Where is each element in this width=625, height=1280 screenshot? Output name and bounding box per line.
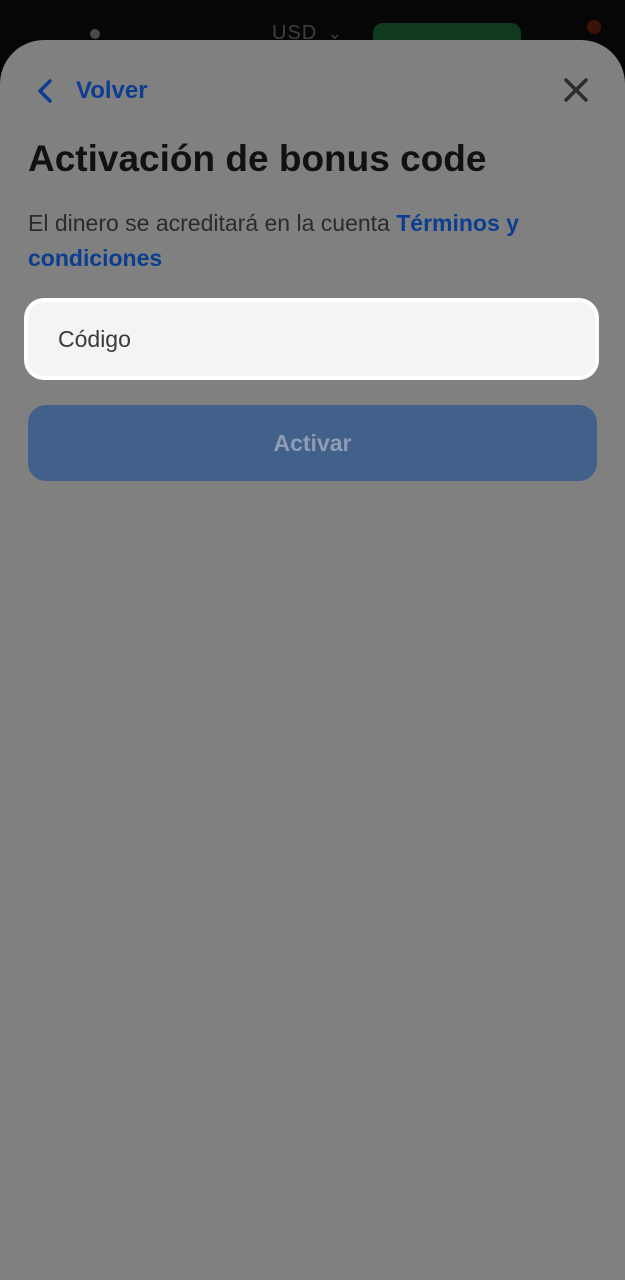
- notification-dot-icon: [587, 20, 601, 34]
- chevron-left-icon: [38, 79, 52, 103]
- back-label: Volver: [76, 77, 148, 104]
- close-icon: [564, 78, 588, 102]
- code-field-wrapper: [24, 298, 599, 380]
- menu-dot-icon: [90, 29, 100, 39]
- close-button[interactable]: [560, 74, 592, 106]
- code-input[interactable]: [28, 302, 595, 376]
- back-button[interactable]: Volver: [32, 73, 148, 109]
- subtitle: El dinero se acreditará en la cuenta Tér…: [28, 206, 603, 276]
- activate-button[interactable]: Activar: [28, 405, 597, 481]
- subtitle-text: El dinero se acreditará en la cuenta: [28, 210, 397, 236]
- page-title: Activación de bonus code: [28, 138, 487, 179]
- bonus-code-sheet: Volver Activación de bonus code El diner…: [0, 40, 625, 1280]
